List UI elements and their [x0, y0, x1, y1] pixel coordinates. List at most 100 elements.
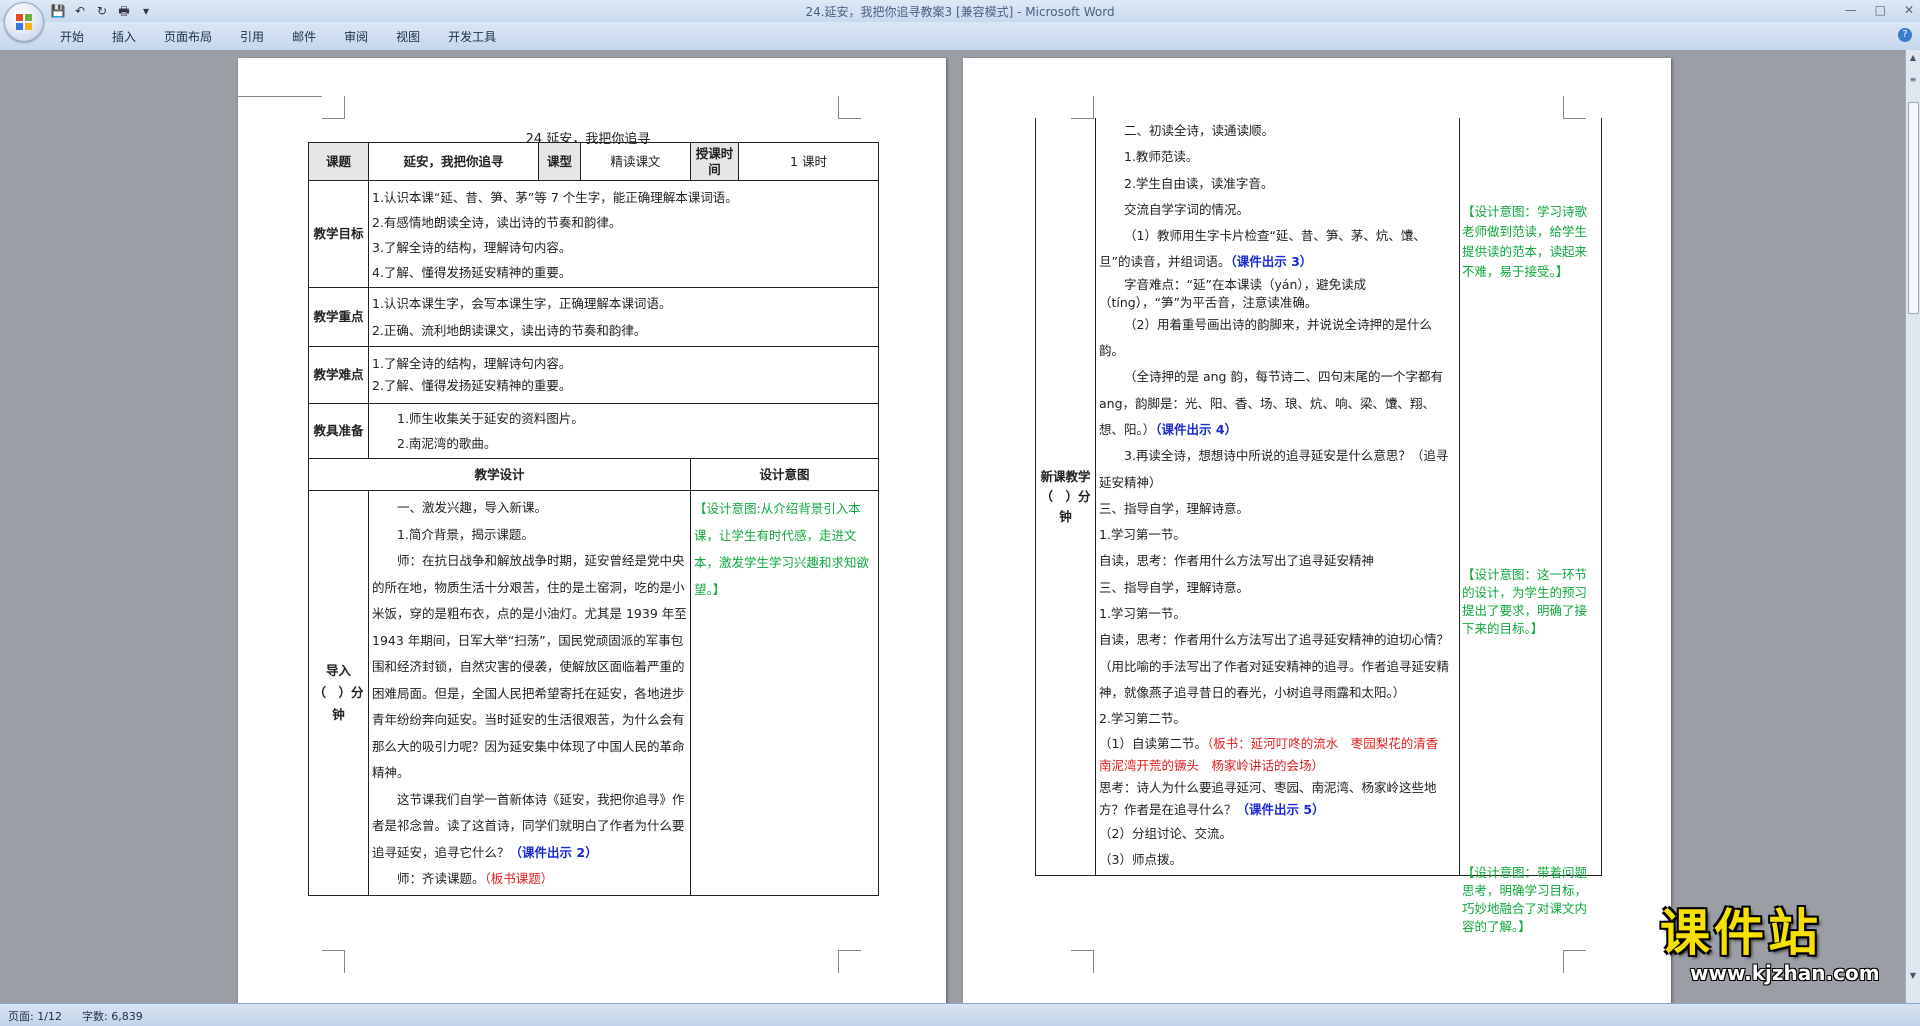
ribbon-tab[interactable]: 插入 — [112, 28, 136, 45]
paragraph-text: （全诗押的是 ang 韵，每节诗二、四句末尾的一个字都有 ang，韵脚是：光、阳… — [1099, 369, 1443, 437]
office-button[interactable] — [4, 2, 44, 42]
ribbon-tab[interactable]: 邮件 — [292, 28, 316, 45]
table-row: 导入（ ）分钟 一、激发兴趣，导入新课。 1.简介背景，揭示课题。 师：在抗日战… — [308, 490, 879, 896]
label-cell: 教具准备 — [308, 403, 369, 459]
minimize-button[interactable]: — — [1845, 0, 1857, 20]
courseware-note: （课件出示 4） — [1155, 421, 1238, 437]
crop-mark — [1071, 950, 1094, 973]
paragraph: （用比喻的手法写出了作者对延安精神的追寻。作者追寻延安精神，就像燕子追寻昔日的春… — [1099, 658, 1450, 700]
prep-item: 2.南泥湾的歌曲。 — [397, 436, 497, 451]
difficult-points-cell: 1.了解全诗的结构，理解诗句内容。 2.了解、懂得发扬延安精神的重要。 — [368, 346, 879, 404]
ribbon-tabs: 开始 插入 页面布局 引用 邮件 审阅 视图 开发工具 — [60, 28, 524, 45]
hard-item: 1.了解全诗的结构，理解诗句内容。 — [372, 356, 572, 371]
crop-mark — [838, 96, 861, 119]
ribbon-tab[interactable]: 开发工具 — [448, 28, 496, 45]
materials-cell: 1.师生收集关于延安的资料图片。 2.南泥湾的歌曲。 — [368, 403, 879, 459]
hard-item: 2.了解、懂得发扬延安精神的重要。 — [372, 378, 572, 393]
watermark-logo-text: 课件站 — [1660, 904, 1822, 962]
goal-item: 2.有感情地朗读全诗，读出诗的节奏和韵律。 — [372, 215, 622, 230]
ribbon-tab[interactable]: 视图 — [396, 28, 420, 45]
key-item: 1.认识本课生字，会写本课生字，正确理解本课词语。 — [372, 296, 672, 311]
crop-mark — [322, 950, 345, 973]
office-logo-icon — [16, 14, 32, 30]
paragraph-text: （1）自读第二节。 — [1099, 735, 1207, 751]
paragraph: 这节课我们自学一首新体诗《延安，我把你追寻》作者是祁念曾。读了这首诗，同学们就明… — [372, 787, 687, 867]
key-item: 2.正确、流利地朗读课文，读出诗的节奏和韵律。 — [372, 323, 647, 338]
value-cell: 精读课文 — [580, 142, 691, 181]
paragraph: 自读，思考：作者用什么方法写出了追寻延安精神的迫切心情？ — [1099, 632, 1450, 648]
table-row: 教学设计 设计意图 — [308, 458, 879, 491]
paragraph: （全诗押的是 ang 韵，每节诗二、四句末尾的一个字都有 ang，韵脚是：光、阳… — [1099, 364, 1456, 443]
design-header: 教学设计 — [308, 458, 691, 491]
table-row: 教学目标 1.认识本课“延、昔、笋、茅”等 7 个生字，能正确理解本课词语。 2… — [308, 180, 879, 288]
paragraph-text: 师：齐读课题。 — [397, 871, 485, 886]
label-cell: 授课时间 — [690, 142, 739, 181]
courseware-note: （课件出示 2） — [509, 844, 598, 860]
board-note: （板书课题） — [484, 871, 554, 886]
ribbon-tab[interactable]: 页面布局 — [164, 28, 212, 45]
crop-mark — [1563, 950, 1586, 973]
courseware-note: （课件出示 3） — [1230, 254, 1313, 270]
lesson-plan-table-continued: 新课教学（ ）分钟 二、初读全诗，读通读顺。 1.教师范读。 2.学生自由读，读… — [1035, 118, 1602, 934]
paragraph: 1.学习第一节。 — [1099, 527, 1186, 543]
paragraph: 字音难点：“延”在本课读（yán），避免读成（tíng），“笋”为平舌音，注意读… — [1099, 276, 1367, 310]
crop-mark — [322, 96, 345, 119]
intent-header: 设计意图 — [690, 458, 879, 491]
prep-item: 1.师生收集关于延安的资料图片。 — [397, 411, 584, 426]
site-watermark: 课件站 www.kjzhan.com — [1660, 905, 1920, 995]
goals-cell: 1.认识本课“延、昔、笋、茅”等 7 个生字，能正确理解本课词语。 2.有感情地… — [368, 180, 879, 288]
document-page-2: 新课教学（ ）分钟 二、初读全诗，读通读顺。 1.教师范读。 2.学生自由读，读… — [963, 58, 1671, 1013]
ribbon-tab[interactable]: 引用 — [240, 28, 264, 45]
crop-mark — [1563, 96, 1586, 119]
page-count[interactable]: 页面: 1/12 — [8, 1008, 62, 1024]
paragraph: 2.学生自由读，读准字音。 — [1124, 175, 1274, 191]
paragraph: 自读，思考：作者用什么方法写出了追寻延安精神 — [1099, 553, 1375, 569]
paragraph: 3.再读全诗，想想诗中所说的追寻延安是什么意思？（追寻延安精神） — [1099, 448, 1449, 490]
paragraph: 二、初读全诗，读通读顺。 — [1124, 123, 1275, 138]
label-cell: 教学难点 — [308, 346, 369, 404]
intro-content-cell: 一、激发兴趣，导入新课。 1.简介背景，揭示课题。 师：在抗日战争和解放战争时期… — [368, 490, 691, 896]
intent-note: 【设计意图：学习诗歌老师做到范读，给学生提供读的范本，读起来不难，易于接受。】 — [1462, 204, 1588, 279]
close-button[interactable]: ✕ — [1904, 0, 1914, 20]
paragraph: 三、指导自学，理解诗意。 — [1099, 579, 1250, 595]
window-title: 24.延安，我把你追寻教案3 [兼容模式] - Microsoft Word — [805, 5, 1115, 19]
document-page-1: 24 延安，我把你追寻 课题 延安，我把你追寻 课型 精读课文 授课时间 1 课… — [238, 58, 946, 1013]
goal-item: 1.认识本课“延、昔、笋、茅”等 7 个生字，能正确理解本课词语。 — [372, 190, 738, 205]
paragraph: 一、激发兴趣，导入新课。 — [397, 500, 548, 515]
courseware-note: （课件出示 5） — [1236, 801, 1325, 817]
ribbon-tab[interactable]: 开始 — [60, 28, 84, 45]
word-count[interactable]: 字数: 6,839 — [82, 1008, 143, 1024]
table-row: 教学难点 1.了解全诗的结构，理解诗句内容。 2.了解、懂得发扬延安精神的重要。 — [308, 346, 879, 404]
paragraph: 1.学习第一节。 — [1099, 606, 1186, 622]
table-row: 新课教学（ ）分钟 二、初读全诗，读通读顺。 1.教师范读。 2.学生自由读，读… — [1035, 118, 1602, 934]
paragraph: 师：在抗日战争和解放战争时期，延安曾经是党中央的所在地，物质生活十分艰苦，住的是… — [372, 553, 687, 780]
intent-cell: 【设计意图:从介绍背景引入本课，让学生有时代感，走进文本，激发学生学习兴趣和求知… — [690, 490, 879, 896]
status-bar: 页面: 1/12 字数: 6,839 — [0, 1003, 1920, 1026]
paragraph: （3）师点拨。 — [1099, 851, 1182, 867]
paragraph: （1）教师用生字卡片检查“延、昔、笋、茅、炕、馕、旦”的读音，并组词语。（课件出… — [1099, 223, 1456, 276]
paragraph: 交流自学字词的情况。 — [1124, 201, 1250, 217]
goal-item: 4.了解、懂得发扬延安精神的重要。 — [372, 265, 572, 280]
paragraph: （1）自读第二节。（板书：延河叮咚的流水 枣园梨花的清香 南泥湾开荒的镢头 杨家… — [1099, 733, 1456, 777]
ribbon: 开始 插入 页面布局 引用 邮件 审阅 视图 开发工具 ? — [0, 22, 1920, 51]
vertical-scrollbar[interactable]: ▲ ≡ ▼ — [1905, 50, 1920, 1003]
intro-label-cell: 导入（ ）分钟 — [308, 490, 369, 896]
label-cell: 课题 — [308, 142, 369, 181]
scroll-split-icon[interactable]: ≡ — [1907, 74, 1919, 86]
scroll-up-icon[interactable]: ▲ — [1907, 52, 1919, 64]
title-bar: 💾 ↶ ↻ 🖶 ▾ 24.延安，我把你追寻教案3 [兼容模式] - Micros… — [0, 0, 1920, 22]
paragraph: 1.简介背景，揭示课题。 — [397, 526, 534, 542]
help-icon[interactable]: ? — [1898, 28, 1912, 42]
intent-note: 【设计意图：带着问题思考，明确学习目标，巧妙地融合了对课文内容的了解。】 — [1462, 865, 1588, 934]
crop-mark — [838, 950, 861, 973]
label-cell: 教学重点 — [308, 287, 369, 347]
watermark-url: www.kjzhan.com — [1690, 961, 1880, 985]
scroll-thumb[interactable] — [1908, 102, 1919, 314]
new-lesson-content-cell: 二、初读全诗，读通读顺。 1.教师范读。 2.学生自由读，读准字音。 交流自学字… — [1095, 118, 1460, 877]
ribbon-tab[interactable]: 审阅 — [344, 28, 368, 45]
maximize-button[interactable]: □ — [1875, 0, 1886, 20]
new-lesson-label-cell: 新课教学（ ）分钟 — [1035, 118, 1096, 877]
lesson-plan-table: 课题 延安，我把你追寻 课型 精读课文 授课时间 1 课时 教学目标 1.认识本… — [308, 142, 879, 896]
intent-note: 【设计意图：这一环节的设计，为学生的预习提出了要求，明确了接下来的目标。】 — [1462, 567, 1588, 636]
crop-mark — [1071, 96, 1094, 119]
